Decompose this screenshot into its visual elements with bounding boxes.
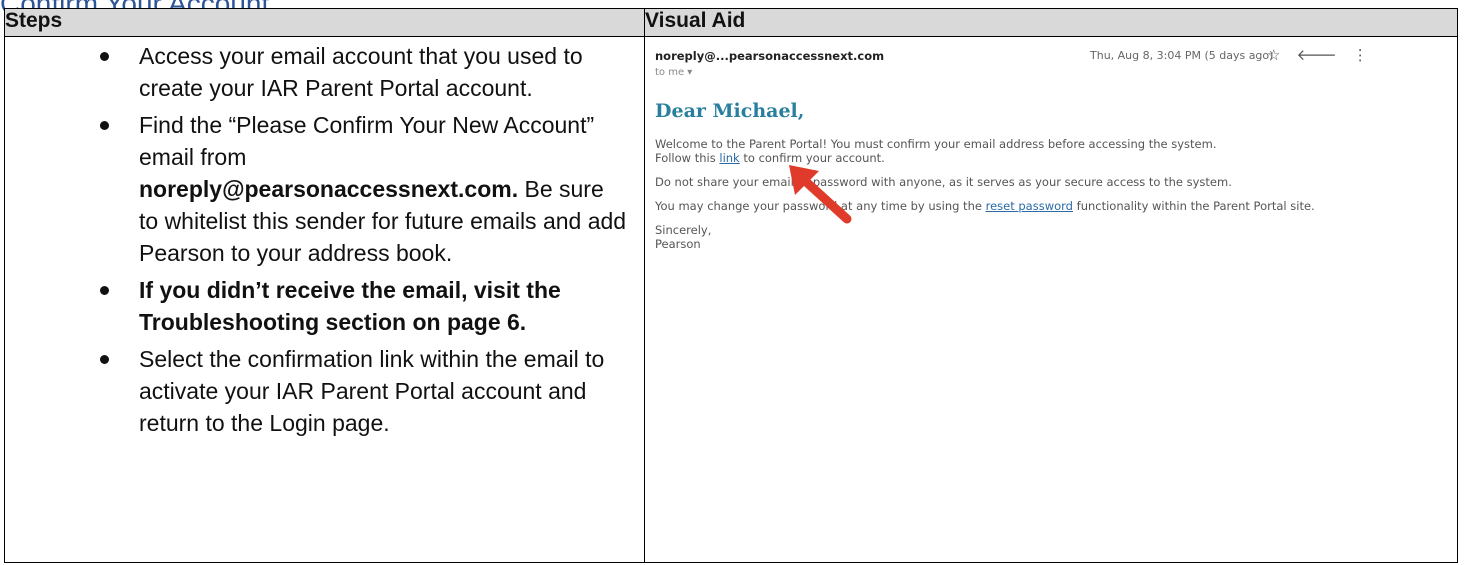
step-text-troubleshooting: If you didn’t receive the email, visit t… bbox=[139, 277, 561, 335]
step-text: Access your email account that you used … bbox=[139, 43, 583, 101]
visual-aid-cell: noreply@...pearsonaccessnext.com to me ▾… bbox=[644, 36, 1458, 563]
table-row: Access your email account that you used … bbox=[4, 36, 1458, 563]
column-header-visual-aid: Visual Aid bbox=[644, 8, 1458, 37]
confirm-link[interactable]: link bbox=[719, 151, 739, 165]
email-text: Follow this bbox=[655, 151, 716, 165]
email-sender: noreply@...pearsonaccessnext.com bbox=[655, 49, 885, 63]
step-item: Find the “Please Confirm Your New Accoun… bbox=[5, 109, 645, 269]
step-item: If you didn’t receive the email, visit t… bbox=[5, 274, 645, 338]
steps-list: Access your email account that you used … bbox=[5, 40, 645, 444]
email-body: Welcome to the Parent Portal! You must c… bbox=[655, 137, 1425, 261]
email-text: Welcome to the Parent Portal! You must c… bbox=[655, 137, 1217, 151]
email-text: functionality within the Parent Portal s… bbox=[1076, 199, 1315, 213]
email-signature: Pearson bbox=[655, 237, 701, 251]
step-item: Access your email account that you used … bbox=[5, 40, 645, 104]
email-date: Thu, Aug 8, 3:04 PM (5 days ago) bbox=[1090, 49, 1274, 62]
email-paragraph: You may change your password at any time… bbox=[655, 199, 1425, 213]
table-header-row: Steps Visual Aid bbox=[4, 8, 1458, 37]
step-text: Find the “Please Confirm Your New Accoun… bbox=[139, 112, 595, 170]
email-greeting: Dear Michael, bbox=[655, 100, 805, 122]
reply-icon[interactable]: 🡐 bbox=[1296, 46, 1336, 64]
email-paragraph: Welcome to the Parent Portal! You must c… bbox=[655, 137, 1425, 165]
email-actions: ☆ 🡐 ⋮ bbox=[1267, 45, 1384, 64]
steps-cell: Access your email account that you used … bbox=[4, 36, 645, 563]
email-paragraph: Do not share your email or password with… bbox=[655, 175, 1232, 189]
bullet-icon bbox=[100, 121, 109, 130]
more-vert-icon[interactable]: ⋮ bbox=[1353, 46, 1368, 64]
sender-address: noreply@pearsonaccessnext.com bbox=[139, 176, 512, 202]
sender-address-period: . bbox=[511, 176, 519, 202]
email-text: Sincerely, bbox=[655, 223, 712, 237]
bullet-icon bbox=[100, 52, 109, 61]
bullet-icon bbox=[100, 355, 109, 364]
star-icon[interactable]: ☆ bbox=[1267, 46, 1280, 64]
bullet-icon bbox=[100, 286, 109, 295]
email-recipient: to me ▾ bbox=[655, 67, 693, 78]
email-closing: Sincerely, Pearson bbox=[655, 223, 1425, 251]
step-item: Select the confirmation link within the … bbox=[5, 343, 645, 439]
steps-table: Steps Visual Aid Access your email accou… bbox=[4, 8, 1458, 563]
reset-password-link[interactable]: reset password bbox=[986, 199, 1073, 213]
column-header-steps: Steps bbox=[4, 8, 645, 37]
step-text: Select the confirmation link within the … bbox=[139, 346, 605, 436]
pointer-arrow-icon bbox=[789, 165, 852, 224]
